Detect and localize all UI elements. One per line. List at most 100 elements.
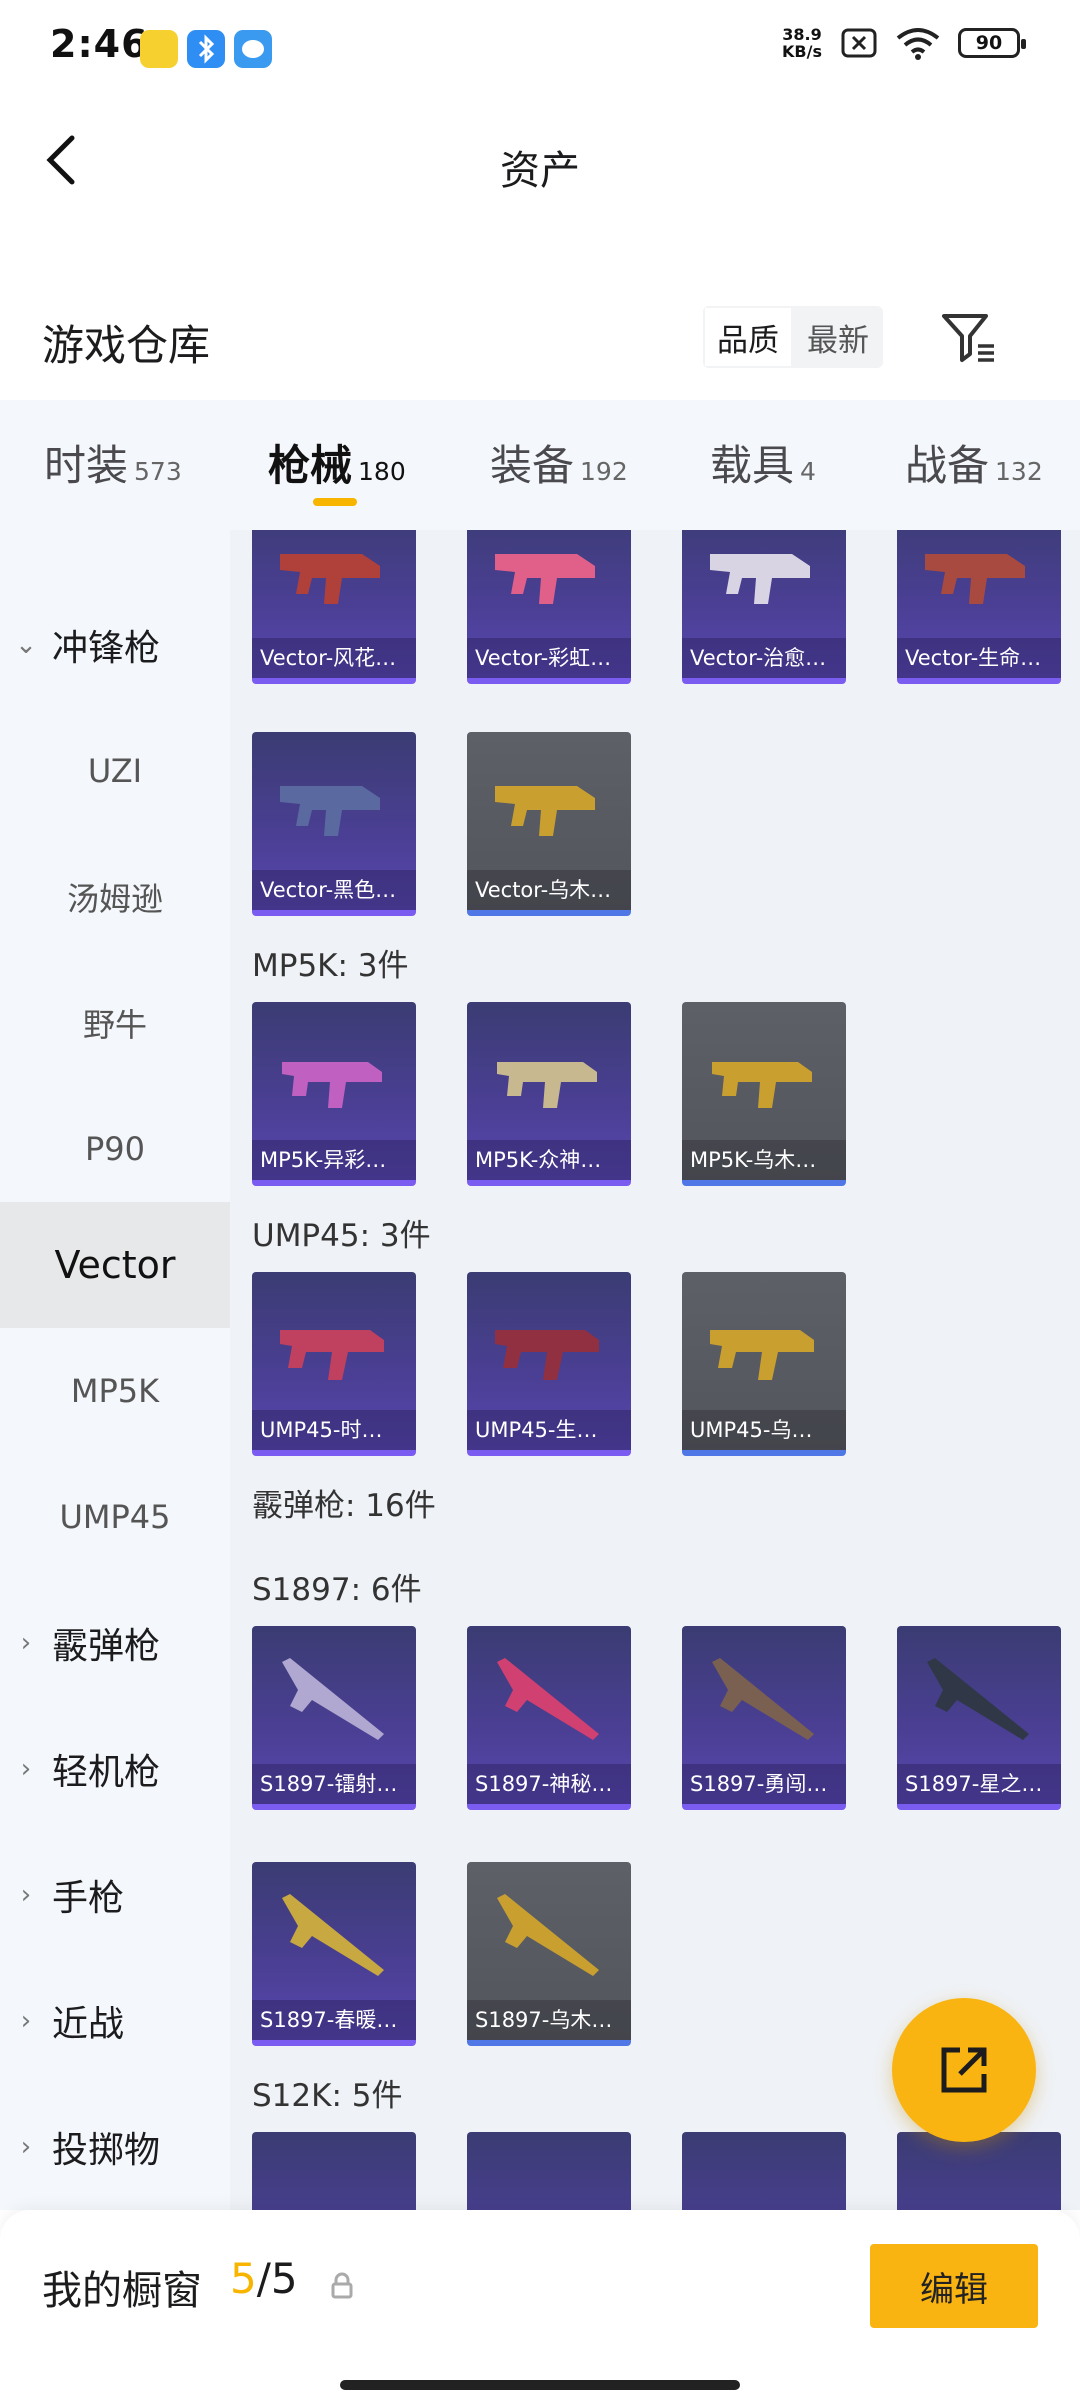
status-time: 2:46 bbox=[50, 22, 149, 66]
showcase-title: 我的橱窗 bbox=[42, 2268, 202, 2314]
skin-card[interactable]: MP5K-众神… bbox=[467, 1002, 631, 1186]
sidebar-item-vector[interactable]: Vector bbox=[0, 1202, 230, 1328]
section-header-ump45: UMP45: 3件 bbox=[252, 1218, 431, 1254]
smg-icon bbox=[925, 554, 1025, 604]
skin-card[interactable]: S1897-神秘… bbox=[467, 1626, 631, 1810]
lock-icon bbox=[331, 2272, 353, 2299]
external-link-icon bbox=[941, 2047, 987, 2093]
shotgun-icon bbox=[712, 1658, 814, 1740]
active-tab-indicator bbox=[313, 498, 357, 506]
smg-icon bbox=[712, 1062, 812, 1108]
shotgun-icon bbox=[497, 1894, 599, 1976]
sort-quality-button[interactable]: 品质 bbox=[703, 306, 793, 368]
shotgun-icon bbox=[282, 1894, 384, 1976]
skin-card[interactable]: Vector-生命… bbox=[897, 530, 1061, 684]
skin-card[interactable]: MP5K-乌木… bbox=[682, 1002, 846, 1186]
sidebar-category-pistol[interactable]: › 手枪 bbox=[0, 1832, 230, 1958]
tab-vehicles[interactable]: 载具 4 bbox=[710, 432, 816, 493]
skin-card[interactable]: MP5K-异彩… bbox=[252, 1002, 416, 1186]
skin-card[interactable]: S1897-春暖… bbox=[252, 1862, 416, 2046]
sidebar-item-uzi[interactable]: UZI bbox=[0, 708, 230, 834]
category-tabs: 时装 573 枪械 180 装备 192 载具 4 战备 132 bbox=[0, 400, 1080, 530]
sidebar-item-mp5k[interactable]: MP5K bbox=[0, 1328, 230, 1454]
tab-supplies[interactable]: 战备 132 bbox=[905, 432, 1043, 493]
section-header-s1897: S1897: 6件 bbox=[252, 1572, 422, 1608]
skin-card[interactable]: Vector-彩虹… bbox=[467, 530, 631, 684]
showcase-count: 5/5 bbox=[230, 2254, 298, 2303]
sort-toggle: 品质 最新 bbox=[703, 306, 883, 368]
filter-icon bbox=[942, 314, 994, 362]
chevron-right-icon: › bbox=[20, 1628, 32, 1658]
sidebar-category-melee[interactable]: › 近战 bbox=[0, 1958, 230, 2084]
shotgun-icon bbox=[497, 1658, 599, 1740]
battery-indicator: 90 bbox=[958, 28, 1026, 58]
sidebar-category-throwable[interactable]: › 投掷物 bbox=[0, 2084, 230, 2210]
shotgun-icon bbox=[927, 1658, 1029, 1740]
chevron-right-icon: › bbox=[20, 2006, 32, 2036]
net-speed: 38.9 KB/s bbox=[782, 25, 822, 61]
skin-card[interactable]: Vector-治愈… bbox=[682, 530, 846, 684]
chevron-right-icon: › bbox=[20, 1754, 32, 1784]
skin-card[interactable] bbox=[682, 2132, 846, 2210]
sidebar-item-bizon[interactable]: 野牛 bbox=[0, 960, 230, 1086]
bluetooth-icon bbox=[187, 30, 225, 68]
warehouse-title: 游戏仓库 bbox=[42, 321, 211, 370]
smg-icon bbox=[710, 554, 810, 604]
skin-card[interactable] bbox=[897, 2132, 1061, 2210]
skin-card[interactable]: S1897-星之… bbox=[897, 1626, 1061, 1810]
skin-card[interactable]: Vector-风花… bbox=[252, 530, 416, 684]
top-app-bar: 资产 bbox=[0, 100, 1080, 230]
assets-page: 2:46 38.9 KB/s 90 资产 游戏仓库 品质 最新 时装 573 枪… bbox=[0, 0, 1080, 2400]
page-title: 资产 bbox=[500, 148, 580, 194]
weapon-skin-grid: Vector-风花… Vector-彩虹… Vector-治愈… Vector-… bbox=[230, 530, 1080, 2210]
status-indicators: 38.9 KB/s 90 bbox=[782, 25, 1026, 61]
smg-icon bbox=[280, 554, 380, 604]
message-app-icon bbox=[234, 30, 272, 68]
section-header-s12k: S12K: 5件 bbox=[252, 2078, 403, 2114]
skin-card[interactable]: Vector-黑色… bbox=[252, 732, 416, 916]
weapon-category-sidebar: ⌄ 冲锋枪 UZI 汤姆逊 野牛 P90 Vector MP5K UMP45 ›… bbox=[0, 530, 230, 2210]
sidebar-item-p90[interactable]: P90 bbox=[0, 1086, 230, 1212]
skin-card[interactable] bbox=[252, 2132, 416, 2210]
filter-button[interactable] bbox=[940, 308, 998, 366]
skin-card[interactable]: S1897-勇闯… bbox=[682, 1626, 846, 1810]
skin-card[interactable]: UMP45-乌… bbox=[682, 1272, 846, 1456]
wifi-icon bbox=[896, 28, 940, 60]
smg-icon bbox=[282, 1062, 382, 1108]
skin-card[interactable] bbox=[467, 2132, 631, 2210]
shotgun-icon bbox=[282, 1658, 384, 1740]
sidebar-item-thompson[interactable]: 汤姆逊 bbox=[0, 834, 230, 960]
tab-equipment[interactable]: 装备 192 bbox=[490, 432, 628, 493]
sidebar-item-ump45[interactable]: UMP45 bbox=[0, 1454, 230, 1580]
sidebar-category-lmg[interactable]: › 轻机枪 bbox=[0, 1706, 230, 1832]
share-fab-button[interactable] bbox=[892, 1998, 1036, 2142]
smg-icon bbox=[710, 1330, 814, 1380]
smg-icon bbox=[495, 1330, 599, 1380]
status-bar: 2:46 38.9 KB/s 90 bbox=[0, 0, 1080, 100]
chevron-down-icon: ⌄ bbox=[15, 630, 37, 660]
smg-icon bbox=[280, 1330, 384, 1380]
sidebar-category-smg[interactable]: ⌄ 冲锋枪 bbox=[0, 582, 230, 708]
sidebar-category-shotgun[interactable]: › 霰弹枪 bbox=[0, 1580, 230, 1706]
smg-icon bbox=[497, 1062, 597, 1108]
skin-card[interactable]: UMP45-生… bbox=[467, 1272, 631, 1456]
section-header-mp5k: MP5K: 3件 bbox=[252, 948, 409, 984]
skin-card[interactable]: S1897-镭射… bbox=[252, 1626, 416, 1810]
app-notification-icon bbox=[140, 30, 178, 68]
sort-newest-button[interactable]: 最新 bbox=[793, 306, 883, 368]
skin-card[interactable]: UMP45-时… bbox=[252, 1272, 416, 1456]
edit-button[interactable]: 编辑 bbox=[870, 2244, 1038, 2328]
sim-off-icon bbox=[841, 28, 877, 58]
chevron-right-icon: › bbox=[20, 1880, 32, 1910]
skin-card[interactable]: Vector-乌木… bbox=[467, 732, 631, 916]
smg-icon bbox=[495, 786, 595, 836]
smg-icon bbox=[280, 786, 380, 836]
tab-fashion[interactable]: 时装 573 bbox=[44, 432, 182, 493]
skin-card[interactable]: S1897-乌木… bbox=[467, 1862, 631, 2046]
chevron-right-icon: › bbox=[20, 2132, 32, 2162]
home-indicator bbox=[340, 2380, 740, 2390]
tab-firearms[interactable]: 枪械 180 bbox=[268, 432, 406, 493]
smg-icon bbox=[495, 554, 595, 604]
section-header-shotgun: 霰弹枪: 16件 bbox=[252, 1488, 436, 1524]
showcase-bar: 我的橱窗 5/5 编辑 bbox=[0, 2210, 1080, 2400]
